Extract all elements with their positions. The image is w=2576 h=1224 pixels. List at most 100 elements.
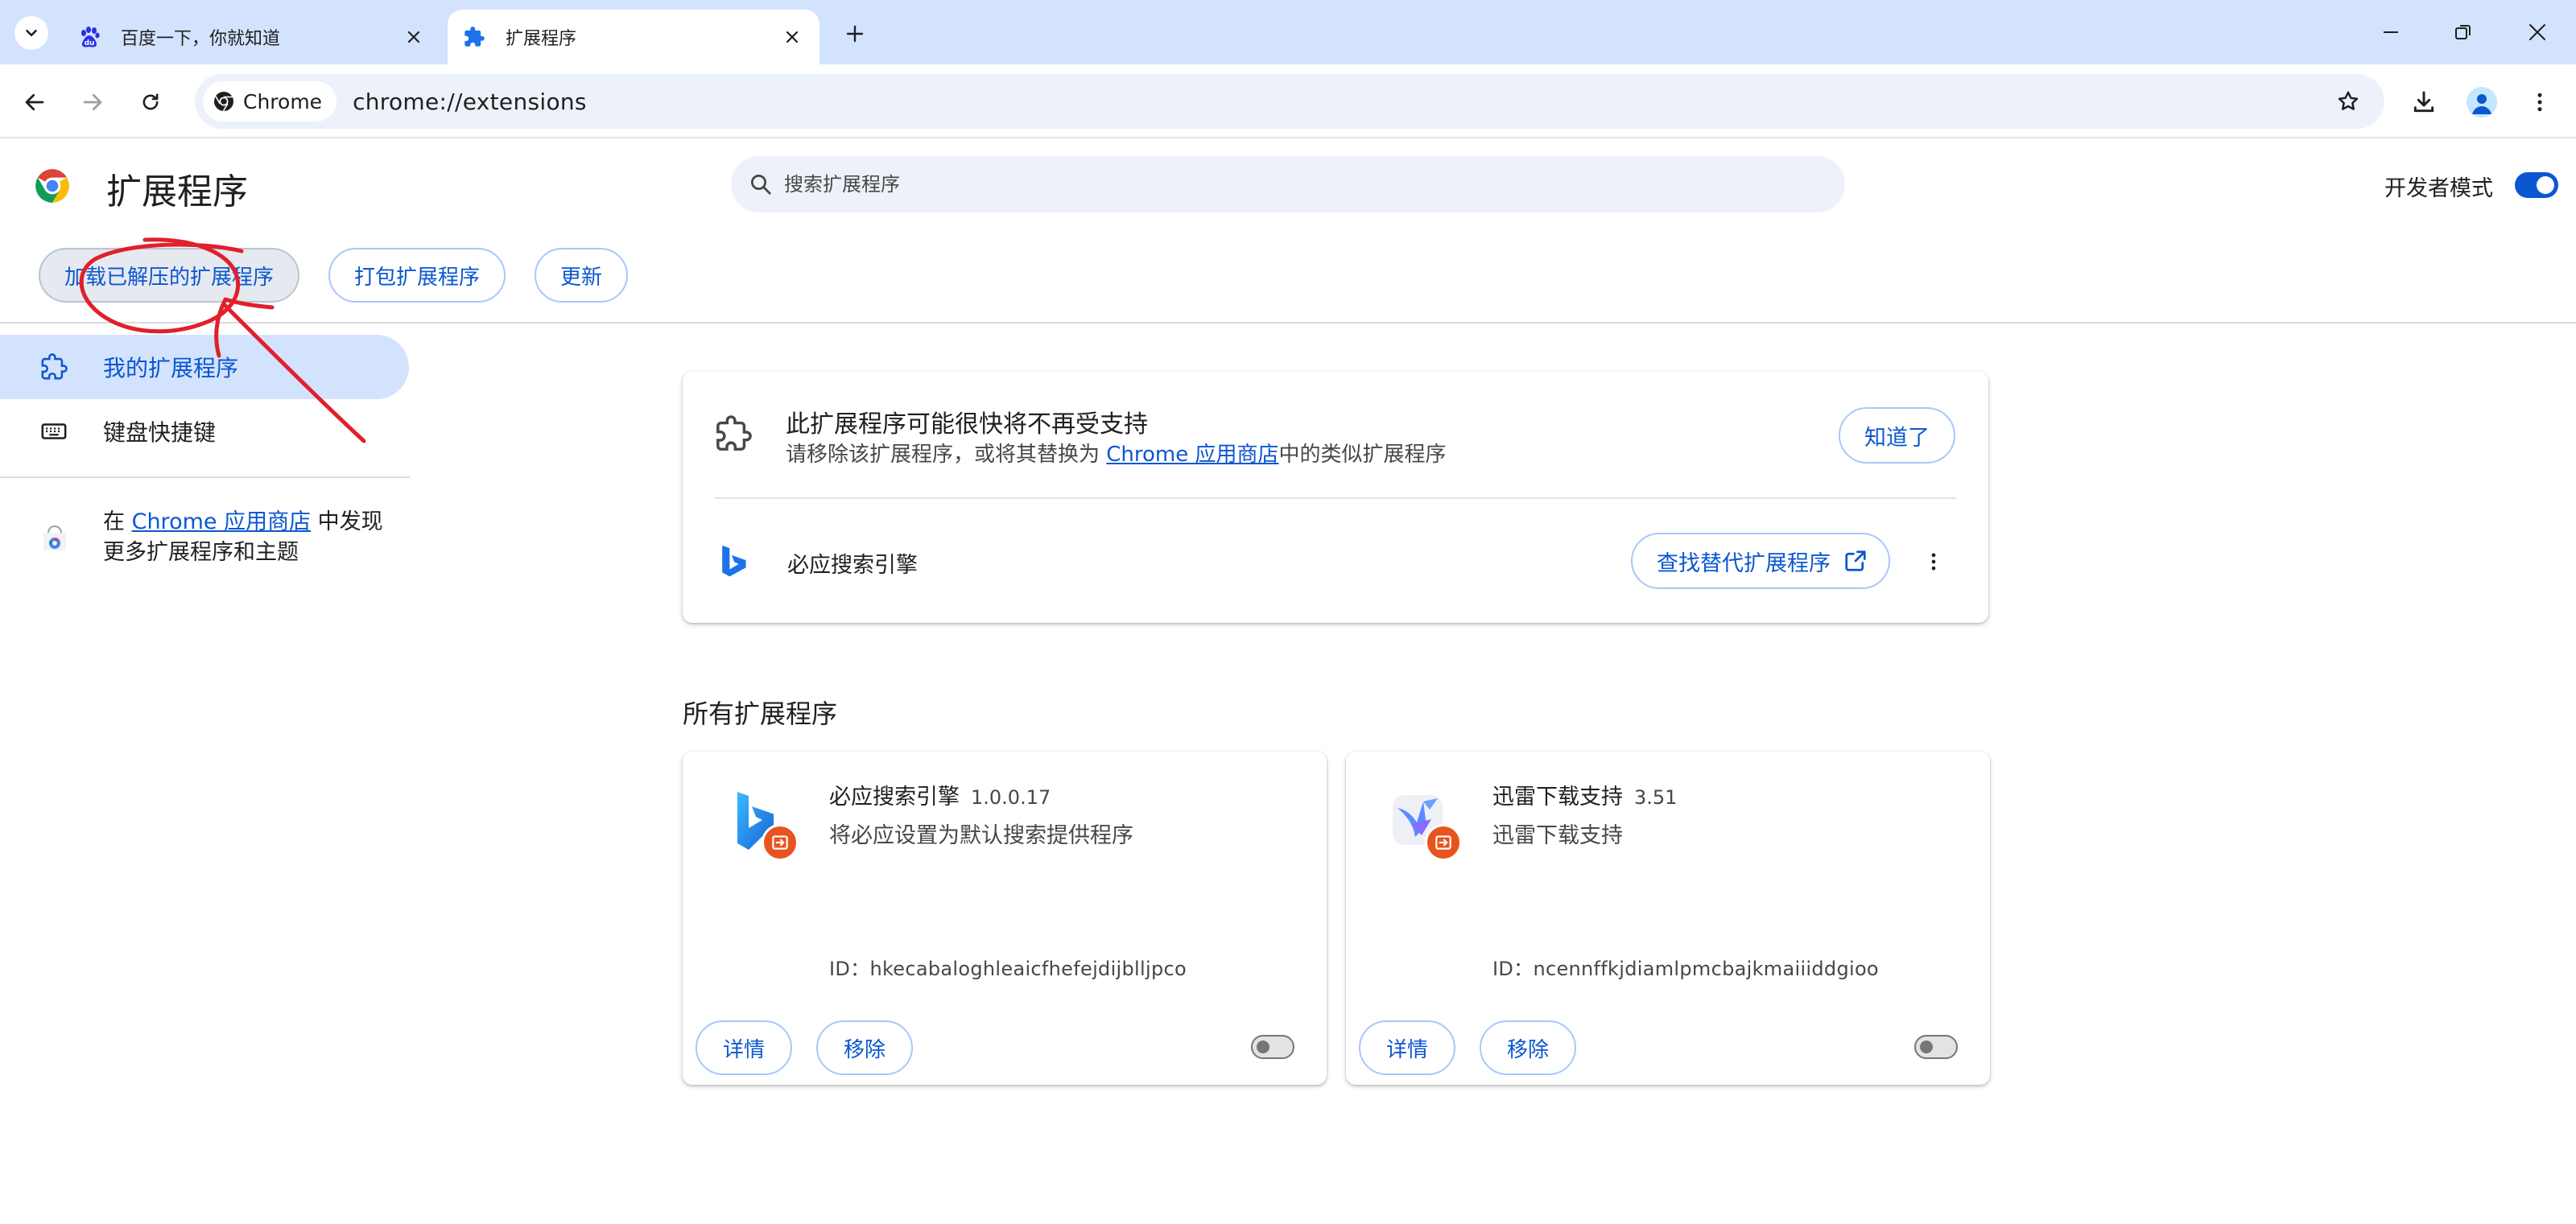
download-icon — [2413, 91, 2434, 113]
address-bar[interactable]: Chrome chrome://extensions — [195, 74, 2384, 129]
developer-mode-toggle[interactable] — [2515, 172, 2558, 198]
extension-enable-toggle[interactable] — [1251, 1035, 1294, 1059]
bing-icon — [722, 545, 746, 577]
restore-icon — [2455, 25, 2471, 39]
star-icon — [2338, 91, 2359, 110]
site-chip-label: Chrome — [243, 89, 323, 113]
site-info-chip[interactable]: Chrome — [203, 81, 337, 122]
extension-version: 3.51 — [1634, 786, 1678, 809]
toggle-knob — [1257, 1041, 1269, 1053]
search-icon — [751, 175, 771, 195]
extension-card: 迅雷下载支持 3.51 迅雷下载支持 ID：ncennffkjdiamlpmcba… — [1346, 752, 1990, 1085]
extension-description: 将必应设置为默认搜索提供程序 — [829, 823, 1133, 848]
close-icon — [407, 31, 420, 43]
puzzle-icon — [462, 25, 486, 49]
chrome-icon — [214, 92, 233, 112]
close-icon — [786, 31, 799, 43]
extension-card: 必应搜索引擎 1.0.0.17 将必应设置为默认搜索提供程序 ID：hkecaba… — [683, 752, 1327, 1085]
warning-extension-name: 必应搜索引擎 — [787, 553, 918, 578]
extensions-header: 扩展程序 开发者模式 加载已解压的扩展程序 打包扩展程序 更新 — [0, 138, 2576, 324]
reload-button[interactable] — [130, 82, 171, 122]
forward-icon — [83, 93, 102, 111]
close-icon — [2529, 24, 2545, 40]
bookmark-button[interactable] — [2328, 81, 2368, 122]
details-button[interactable]: 详情 — [1359, 1020, 1456, 1075]
webstore-discover: 在 Chrome 应用商店 中发现 更多扩展程序和主题 — [39, 507, 409, 568]
got-it-button[interactable]: 知道了 — [1839, 407, 1955, 464]
tab-title: 扩展程序 — [506, 29, 577, 49]
extension-name-text: 迅雷下载支持 — [1492, 785, 1623, 810]
discover-prefix: 在 — [103, 509, 132, 534]
restore-button[interactable] — [2439, 11, 2487, 53]
close-window-button[interactable] — [2513, 11, 2562, 53]
close-tab-button[interactable] — [399, 23, 428, 52]
warning-desc-prefix: 请移除该扩展程序，或将其替换为 — [786, 443, 1107, 467]
extension-name: 必应搜索引擎 1.0.0.17 — [829, 779, 1051, 810]
update-button[interactable]: 更新 — [535, 248, 629, 303]
toggle-knob — [2537, 176, 2554, 194]
webstore-link[interactable]: Chrome 应用商店 — [1106, 443, 1278, 467]
webstore-link[interactable]: Chrome 应用商店 — [132, 509, 312, 534]
remove-button[interactable]: 移除 — [816, 1020, 914, 1075]
browser-menu-button[interactable] — [2520, 82, 2560, 122]
tab-title: 百度一下，你就知道 — [121, 29, 281, 49]
baidu-paw-icon: du — [77, 25, 101, 49]
tab-baidu[interactable]: du 百度一下，你就知道 — [63, 10, 441, 64]
unpacked-badge-icon — [762, 824, 799, 861]
profile-icon — [2467, 87, 2497, 117]
extension-version: 1.0.0.17 — [971, 786, 1051, 809]
back-icon — [25, 93, 44, 111]
all-extensions-heading: 所有扩展程序 — [683, 699, 838, 729]
profile-button[interactable] — [2462, 82, 2502, 122]
back-button[interactable] — [14, 82, 55, 122]
downloads-button[interactable] — [2404, 82, 2444, 122]
load-unpacked-button[interactable]: 加载已解压的扩展程序 — [39, 248, 300, 303]
discover-line2: 更多扩展程序和主题 — [103, 540, 299, 565]
reload-icon — [142, 93, 159, 110]
toggle-knob — [1920, 1041, 1933, 1053]
minimize-button[interactable] — [2367, 11, 2415, 53]
chrome-logo-icon — [35, 169, 69, 203]
plus-icon — [846, 25, 864, 43]
tab-search-button[interactable] — [14, 16, 48, 50]
unsupported-warning-card: 此扩展程序可能很快将不再受支持 请移除该扩展程序，或将其替换为 Chrome 应… — [683, 372, 1988, 623]
tab-strip: du 百度一下，你就知道 扩展程序 — [0, 0, 2576, 64]
unpacked-badge-icon — [1425, 824, 1462, 861]
browser-toolbar: Chrome chrome://extensions — [0, 64, 2576, 138]
extension-id: ID：hkecabaloghleaicfhefejdijblljpco — [829, 958, 1187, 980]
details-button[interactable]: 详情 — [696, 1020, 793, 1075]
developer-mode-label: 开发者模式 — [2384, 176, 2493, 201]
find-alternative-button[interactable]: 查找替代扩展程序 — [1631, 533, 1890, 589]
sidebar-item-label: 我的扩展程序 — [103, 355, 239, 381]
find-alternative-label: 查找替代扩展程序 — [1657, 550, 1831, 576]
discover-suffix: 中发现 — [311, 509, 383, 534]
new-tab-button[interactable] — [837, 16, 873, 52]
warning-title: 此扩展程序可能很快将不再受支持 — [786, 410, 1148, 439]
extension-search-box[interactable] — [731, 156, 1845, 212]
forward-button[interactable] — [72, 82, 113, 122]
extension-id: ID：ncennffkjdiamlpmcbajkmaiiiddgioo — [1492, 958, 1879, 980]
extension-description: 迅雷下载支持 — [1492, 823, 1623, 848]
keyboard-icon — [39, 416, 69, 447]
sidebar-item-my-extensions[interactable]: 我的扩展程序 — [0, 335, 409, 399]
remove-button[interactable]: 移除 — [1480, 1020, 1577, 1075]
extension-name-text: 必应搜索引擎 — [829, 785, 960, 810]
sidebar-item-keyboard-shortcuts[interactable]: 键盘快捷键 — [0, 399, 409, 464]
url-text[interactable]: chrome://extensions — [353, 89, 2328, 115]
more-vert-icon — [2537, 93, 2542, 112]
open-in-new-icon — [1845, 550, 1866, 571]
close-tab-button[interactable] — [778, 23, 807, 52]
puzzle-outline-icon — [716, 415, 752, 451]
svg-text:du: du — [85, 39, 95, 47]
search-input[interactable] — [784, 173, 1750, 196]
chevron-down-icon — [26, 29, 37, 37]
page-title: 扩展程序 — [106, 171, 248, 212]
more-vert-icon — [1931, 553, 1936, 571]
pack-extension-button[interactable]: 打包扩展程序 — [328, 248, 506, 303]
tab-extensions[interactable]: 扩展程序 — [448, 10, 819, 64]
webstore-icon — [43, 525, 66, 550]
extension-enable-toggle[interactable] — [1914, 1035, 1958, 1059]
warning-more-button[interactable] — [1919, 544, 1948, 579]
warning-divider — [715, 497, 1956, 499]
warning-description: 请移除该扩展程序，或将其替换为 Chrome 应用商店中的类似扩展程序 — [786, 438, 1447, 468]
